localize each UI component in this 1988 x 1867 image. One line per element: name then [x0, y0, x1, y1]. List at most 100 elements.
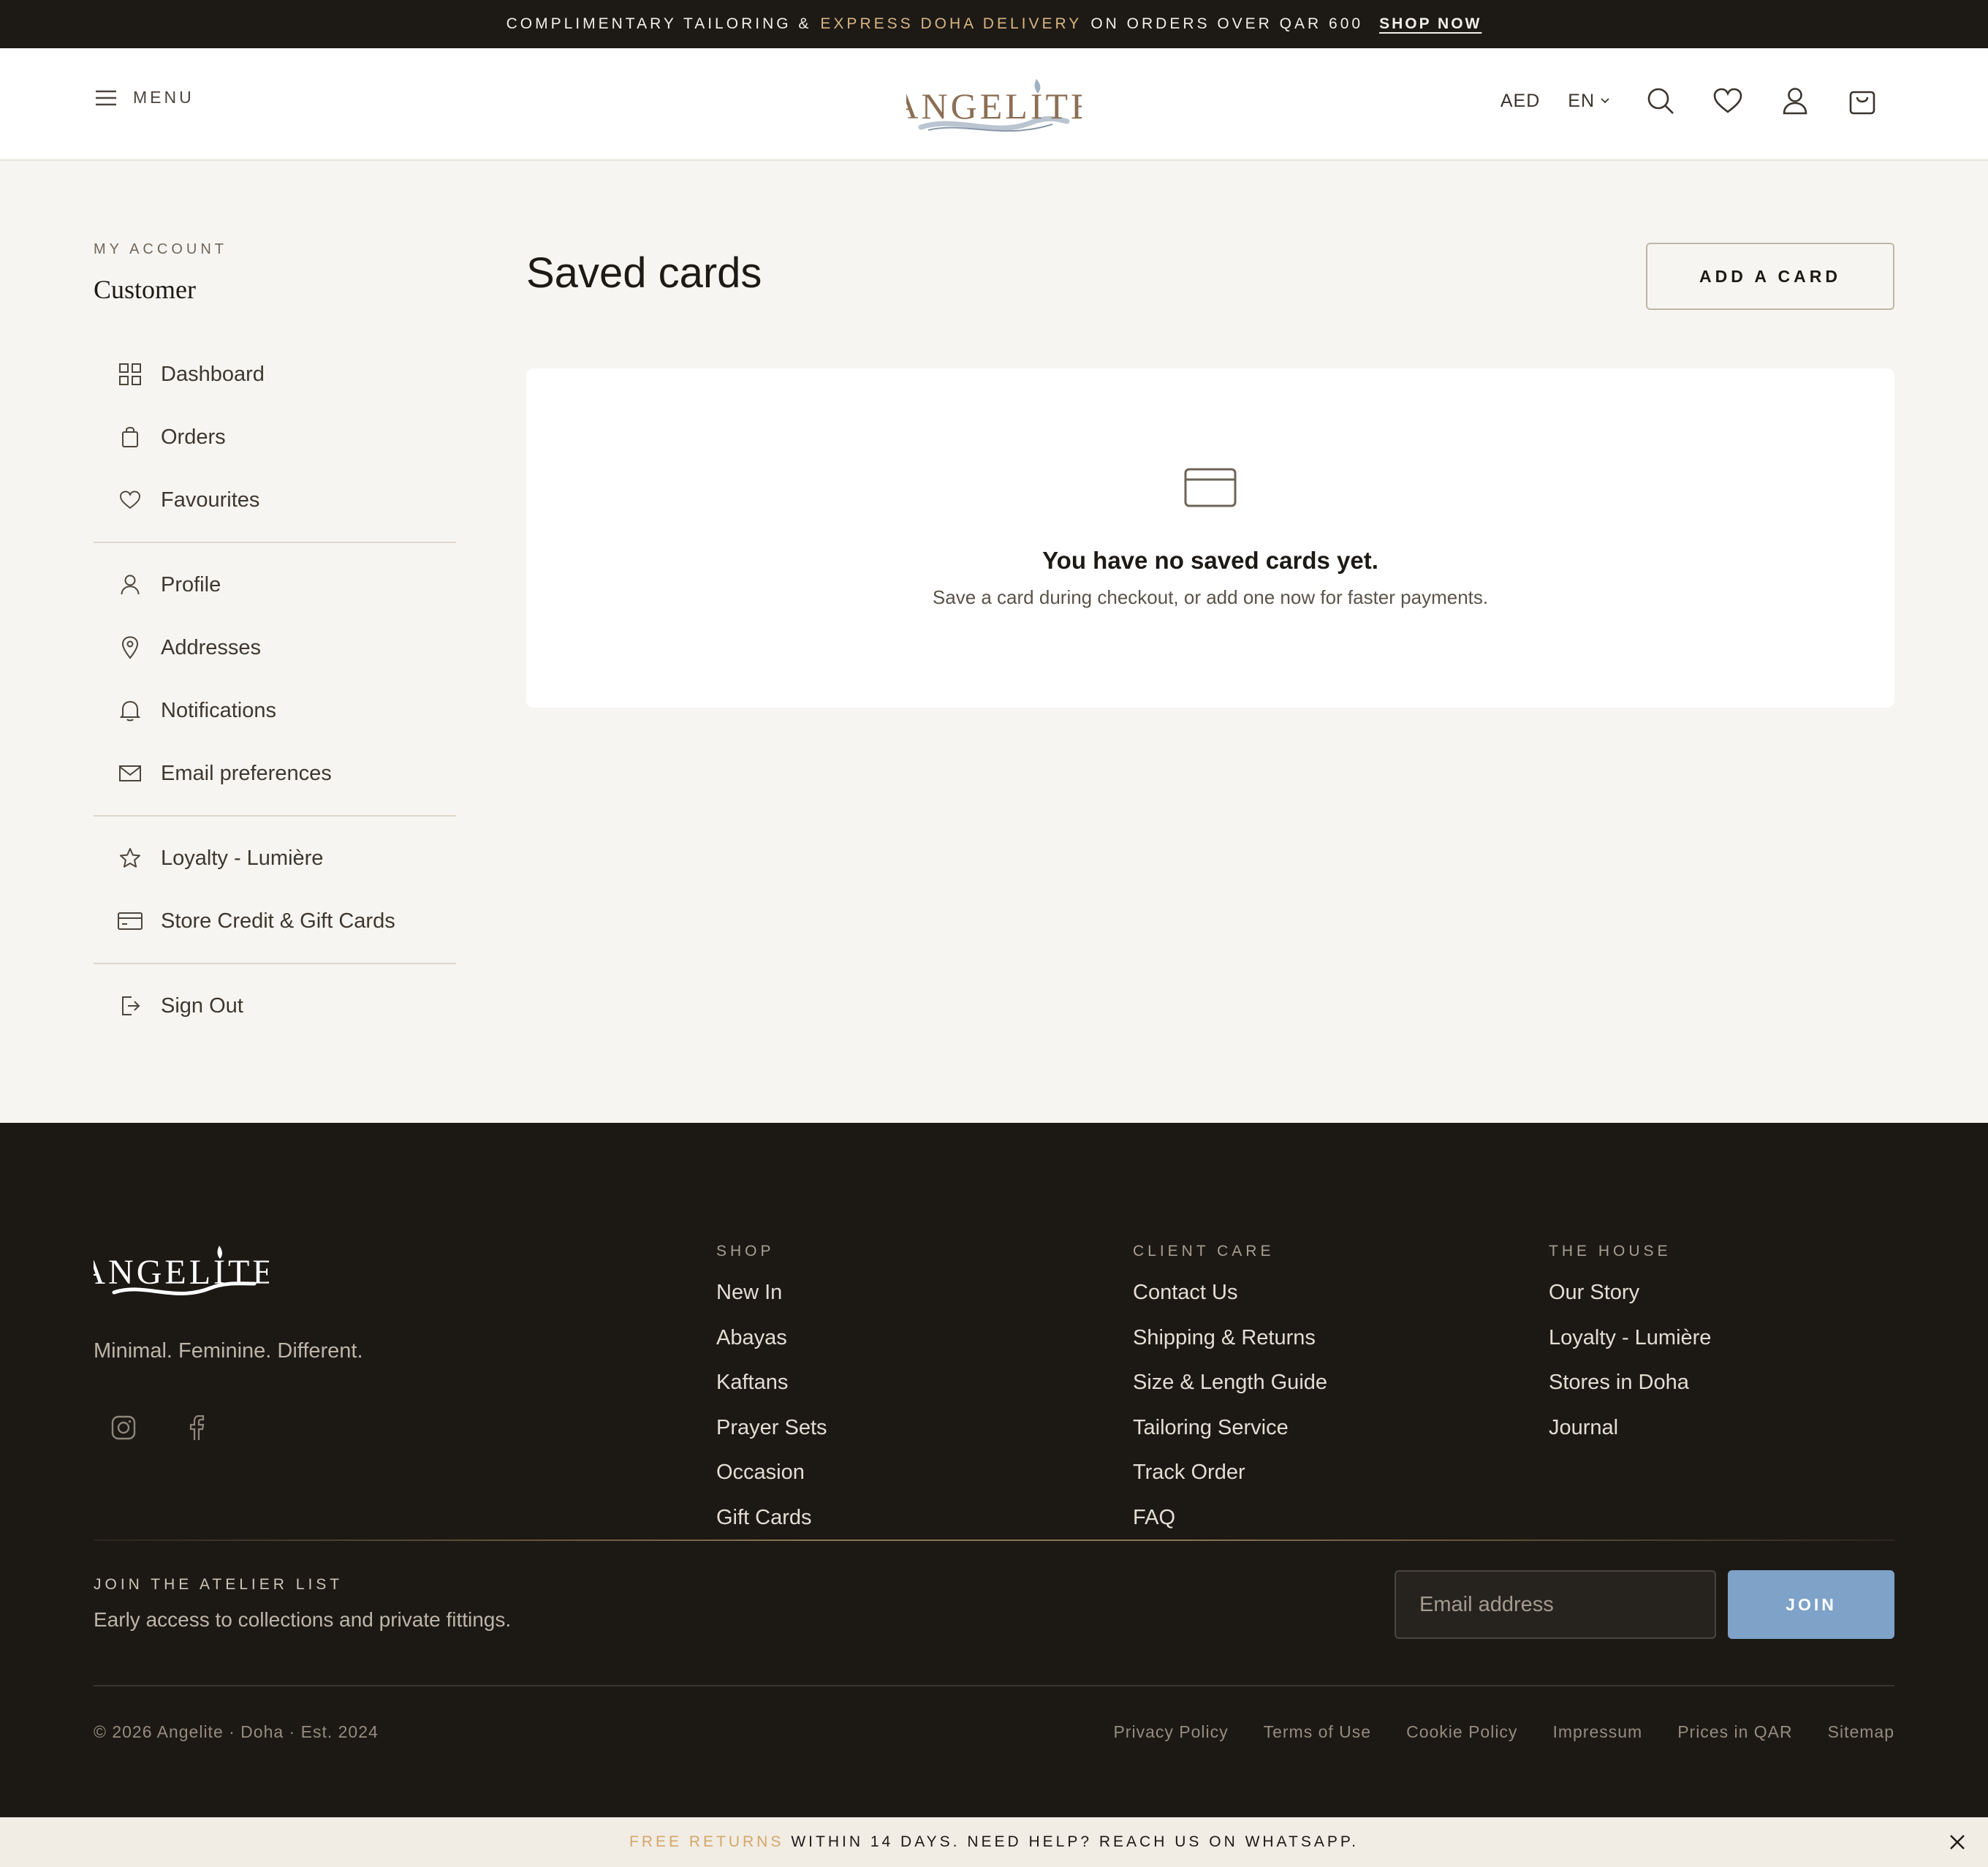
footer-link[interactable]: Loyalty - Lumière [1549, 1326, 1711, 1371]
facebook-icon[interactable] [189, 1415, 205, 1442]
footer-column-the-house: THE HOUSE Our Story Loyalty - Lumière St… [1549, 1243, 1711, 1461]
footer-link[interactable]: Contact Us [1133, 1281, 1327, 1326]
chevron-down-icon [1601, 98, 1609, 104]
newsletter-join-button[interactable]: JOIN [1728, 1570, 1894, 1639]
language-label: EN [1568, 90, 1595, 111]
announcement-text-end: ON ORDERS OVER QAR 600 [1090, 15, 1364, 32]
instagram-icon[interactable] [111, 1415, 136, 1442]
bell-icon [117, 697, 143, 724]
legal-link-cookies[interactable]: Cookie Policy [1406, 1722, 1517, 1742]
footer-link[interactable]: Our Story [1549, 1281, 1711, 1326]
legal-link-privacy[interactable]: Privacy Policy [1113, 1722, 1228, 1742]
currency-selector[interactable]: AED [1501, 91, 1540, 112]
sidebar-item-email-preferences[interactable]: Email preferences [94, 742, 456, 805]
announcement-text: COMPLIMENTARY TAILORING & [506, 15, 812, 32]
legal-link-prices[interactable]: Prices in QAR [1677, 1722, 1792, 1742]
sidebar-item-label: Dashboard [161, 362, 265, 386]
menu-label: MENU [133, 88, 194, 107]
sidebar-item-label: Store Credit & Gift Cards [161, 909, 395, 933]
sidebar-item-sign-out[interactable]: Sign Out [94, 974, 456, 1037]
menu-button[interactable]: MENU [95, 88, 194, 107]
footer-link[interactable]: Tailoring Service [1133, 1416, 1327, 1461]
footer-link[interactable]: Size & Length Guide [1133, 1371, 1327, 1416]
footer-divider [94, 1685, 1894, 1686]
notice-bar: FREE RETURNS WITHIN 14 DAYS. NEED HELP? … [0, 1817, 1988, 1867]
logo-wordmark: ANGELITE [906, 86, 1082, 126]
card-icon [117, 908, 143, 934]
shop-now-link[interactable]: SHOP NOW [1379, 15, 1481, 33]
legal-links: Privacy Policy Terms of Use Cookie Polic… [1113, 1722, 1894, 1742]
social-links [111, 1415, 205, 1442]
credit-card-icon [1184, 468, 1237, 507]
footer-link[interactable]: Track Order [1133, 1461, 1327, 1506]
copyright: © 2026 Angelite · Doha · Est. 2024 [94, 1722, 379, 1741]
notice-text: WITHIN 14 DAYS. NEED HELP? REACH US ON W… [791, 1833, 1359, 1850]
newsletter-subtitle: Early access to collections and private … [94, 1608, 512, 1631]
notice-highlight: FREE RETURNS [629, 1833, 784, 1850]
footer-link[interactable]: Stores in Doha [1549, 1371, 1711, 1416]
sidebar-item-label: Email preferences [161, 761, 332, 785]
footer-brand-logo[interactable]: ANGELITE [94, 1240, 269, 1306]
sidebar-item-label: Sign Out [161, 993, 243, 1018]
star-icon [117, 845, 143, 871]
footer-link[interactable]: Abayas [716, 1326, 827, 1371]
user-icon [117, 572, 143, 598]
my-account-label: MY ACCOUNT [94, 241, 227, 257]
site-footer: ANGELITE Minimal. Feminine. Different. S… [0, 1123, 1988, 1817]
sidebar-item-favourites[interactable]: Favourites [94, 469, 456, 531]
footer-link[interactable]: Occasion [716, 1461, 827, 1506]
newsletter-email-input[interactable] [1395, 1570, 1716, 1639]
sidebar-item-label: Favourites [161, 488, 260, 512]
sidebar-item-label: Notifications [161, 698, 276, 722]
sidebar-item-label: Orders [161, 425, 226, 449]
bag-icon [117, 424, 143, 450]
footer-link[interactable]: FAQ [1133, 1506, 1327, 1551]
bag-icon[interactable] [1846, 85, 1878, 117]
language-selector[interactable]: EN [1568, 91, 1609, 112]
site-header: MENU ANGELITE AED EN [0, 48, 1988, 161]
signout-icon [117, 993, 143, 1019]
newsletter-label: JOIN THE ATELIER LIST [94, 1576, 344, 1593]
empty-state-title: You have no saved cards yet. [1042, 547, 1378, 574]
mail-icon [117, 760, 143, 787]
footer-link[interactable]: Gift Cards [716, 1506, 827, 1551]
footer-link[interactable]: Prayer Sets [716, 1416, 827, 1461]
legal-link-terms[interactable]: Terms of Use [1264, 1722, 1371, 1742]
sidebar-item-notifications[interactable]: Notifications [94, 679, 456, 742]
add-card-button[interactable]: ADD A CARD [1646, 243, 1894, 310]
sidebar-divider [94, 815, 456, 817]
sidebar-item-loyalty[interactable]: Loyalty - Lumière [94, 827, 456, 890]
footer-column-heading: THE HOUSE [1549, 1243, 1672, 1260]
footer-divider [94, 1540, 1894, 1541]
sidebar-item-dashboard[interactable]: Dashboard [94, 343, 456, 406]
user-icon[interactable] [1779, 85, 1811, 117]
sidebar-item-label: Loyalty - Lumière [161, 846, 324, 870]
announcement-bar: COMPLIMENTARY TAILORING & EXPRESS DOHA D… [0, 0, 1988, 48]
sidebar-item-label: Profile [161, 572, 221, 597]
page-title: Saved cards [526, 249, 762, 297]
sidebar-item-profile[interactable]: Profile [94, 553, 456, 616]
brand-logo[interactable]: ANGELITE [906, 70, 1082, 140]
empty-state-panel: You have no saved cards yet. Save a card… [526, 368, 1894, 708]
sidebar-item-addresses[interactable]: Addresses [94, 616, 456, 679]
announcement-highlight: EXPRESS DOHA DELIVERY [820, 15, 1082, 32]
footer-link[interactable]: Kaftans [716, 1371, 827, 1416]
sidebar-item-label: Addresses [161, 635, 262, 659]
footer-link[interactable]: Journal [1549, 1416, 1711, 1461]
grid-icon [117, 361, 143, 387]
sidebar-item-orders[interactable]: Orders [94, 406, 456, 469]
sidebar-item-store-credit[interactable]: Store Credit & Gift Cards [94, 890, 456, 953]
heart-icon[interactable] [1712, 85, 1744, 117]
close-icon[interactable] [1949, 1833, 1966, 1851]
legal-link-sitemap[interactable]: Sitemap [1828, 1722, 1894, 1742]
footer-tagline: Minimal. Feminine. Different. [94, 1339, 363, 1363]
footer-link[interactable]: New In [716, 1281, 827, 1326]
footer-column-shop: SHOP New In Abayas Kaftans Prayer Sets O… [716, 1243, 827, 1550]
footer-link[interactable]: Shipping & Returns [1133, 1326, 1327, 1371]
search-icon[interactable] [1644, 85, 1677, 117]
account-sidebar: MY ACCOUNT Customer Dashboard Orders Fav… [94, 241, 456, 1037]
legal-link-impressum[interactable]: Impressum [1552, 1722, 1642, 1742]
heart-icon [117, 487, 143, 513]
hamburger-icon [95, 89, 117, 107]
sidebar-divider [94, 963, 456, 964]
